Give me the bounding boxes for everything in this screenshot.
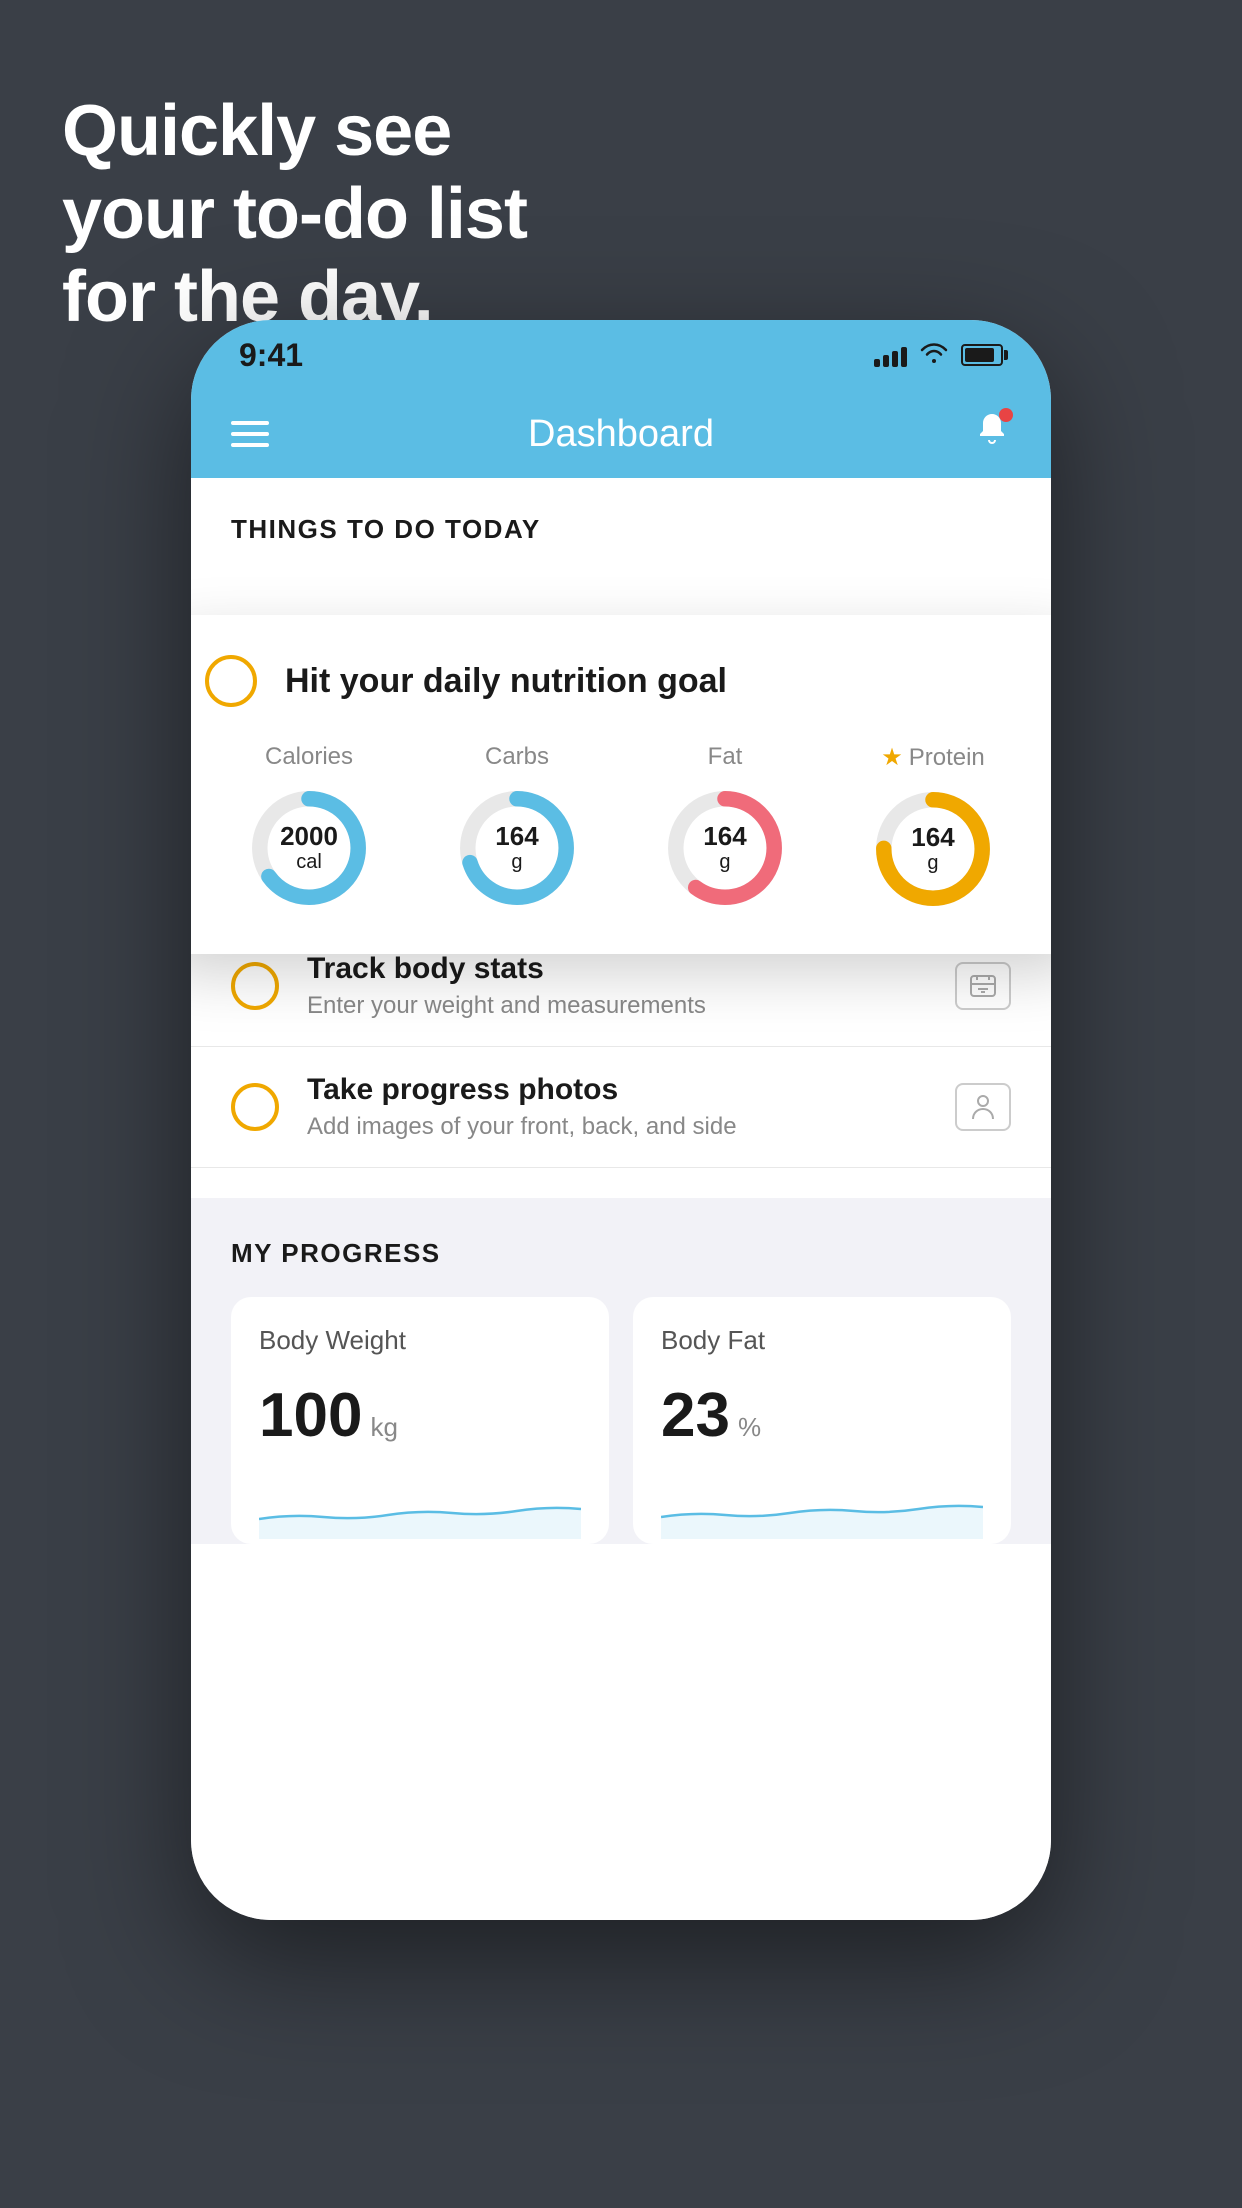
signal-bars-icon xyxy=(874,343,907,367)
phone-mockup: 9:41 xyxy=(191,320,1051,2140)
body-weight-title: Body Weight xyxy=(259,1325,581,1356)
card-header: Hit your daily nutrition goal xyxy=(205,655,1037,707)
wifi-icon xyxy=(919,340,949,371)
todo-subtitle-body-stats: Enter your weight and measurements xyxy=(307,992,927,1020)
battery-icon xyxy=(961,344,1003,366)
hero-heading: Quickly see your to-do list for the day. xyxy=(62,90,527,338)
fat-label: Fat xyxy=(708,743,743,771)
protein-label: Protein xyxy=(909,744,985,772)
body-fat-number: 23 xyxy=(661,1380,730,1451)
nutrition-calories: Calories 2000 cal xyxy=(244,743,374,913)
todo-subtitle-photos: Add images of your front, back, and side xyxy=(307,1113,927,1141)
body-weight-unit: kg xyxy=(370,1412,397,1443)
content-area: THINGS TO DO TODAY Hit your daily nutrit… xyxy=(191,478,1051,1920)
todo-content-body-stats: Track body stats Enter your weight and m… xyxy=(307,952,927,1020)
nutrition-circles: Calories 2000 cal xyxy=(205,743,1037,914)
calories-label: Calories xyxy=(265,743,353,771)
body-fat-value: 23 % xyxy=(661,1380,983,1451)
fat-donut: 164 g xyxy=(660,783,790,913)
body-fat-chart xyxy=(661,1479,983,1539)
body-weight-card[interactable]: Body Weight 100 kg xyxy=(231,1297,609,1544)
nutrition-protein: ★ Protein 164 g xyxy=(868,743,998,914)
task-circle-nutrition[interactable] xyxy=(205,655,257,707)
scale-icon xyxy=(955,962,1011,1010)
todo-item-photos[interactable]: Take progress photos Add images of your … xyxy=(191,1047,1051,1168)
nutrition-card: Hit your daily nutrition goal Calories xyxy=(191,615,1051,954)
body-fat-card[interactable]: Body Fat 23 % xyxy=(633,1297,1011,1544)
carbs-label: Carbs xyxy=(485,743,549,771)
body-weight-chart xyxy=(259,1479,581,1539)
top-nav: Dashboard xyxy=(191,390,1051,478)
protein-donut: 164 g xyxy=(868,784,998,914)
progress-section-title: MY PROGRESS xyxy=(231,1238,1011,1269)
notification-dot xyxy=(999,408,1013,422)
carbs-donut: 164 g xyxy=(452,783,582,913)
menu-icon[interactable] xyxy=(231,421,269,447)
body-fat-title: Body Fat xyxy=(661,1325,983,1356)
nutrition-card-title: Hit your daily nutrition goal xyxy=(285,662,727,701)
star-icon: ★ xyxy=(881,743,903,772)
todo-content-photos: Take progress photos Add images of your … xyxy=(307,1073,927,1141)
body-weight-number: 100 xyxy=(259,1380,362,1451)
task-circle-photos[interactable] xyxy=(231,1083,279,1131)
protein-label-wrapper: ★ Protein xyxy=(881,743,985,772)
calories-donut: 2000 cal xyxy=(244,783,374,913)
notification-bell-icon[interactable] xyxy=(973,410,1011,458)
person-icon xyxy=(955,1083,1011,1131)
body-fat-unit: % xyxy=(738,1412,761,1443)
section-header-today: THINGS TO DO TODAY xyxy=(191,478,1051,565)
progress-cards: Body Weight 100 kg Body Fat xyxy=(231,1297,1011,1544)
status-icons xyxy=(874,340,1003,371)
progress-section: MY PROGRESS Body Weight 100 kg xyxy=(191,1198,1051,1544)
todo-title-body-stats: Track body stats xyxy=(307,952,927,986)
status-time: 9:41 xyxy=(239,337,303,374)
task-circle-body-stats[interactable] xyxy=(231,962,279,1010)
nutrition-fat: Fat 164 g xyxy=(660,743,790,913)
body-weight-value: 100 kg xyxy=(259,1380,581,1451)
phone-screen: 9:41 xyxy=(191,320,1051,1920)
nav-title: Dashboard xyxy=(528,413,714,456)
nutrition-carbs: Carbs 164 g xyxy=(452,743,582,913)
todo-title-photos: Take progress photos xyxy=(307,1073,927,1107)
status-bar: 9:41 xyxy=(191,320,1051,390)
